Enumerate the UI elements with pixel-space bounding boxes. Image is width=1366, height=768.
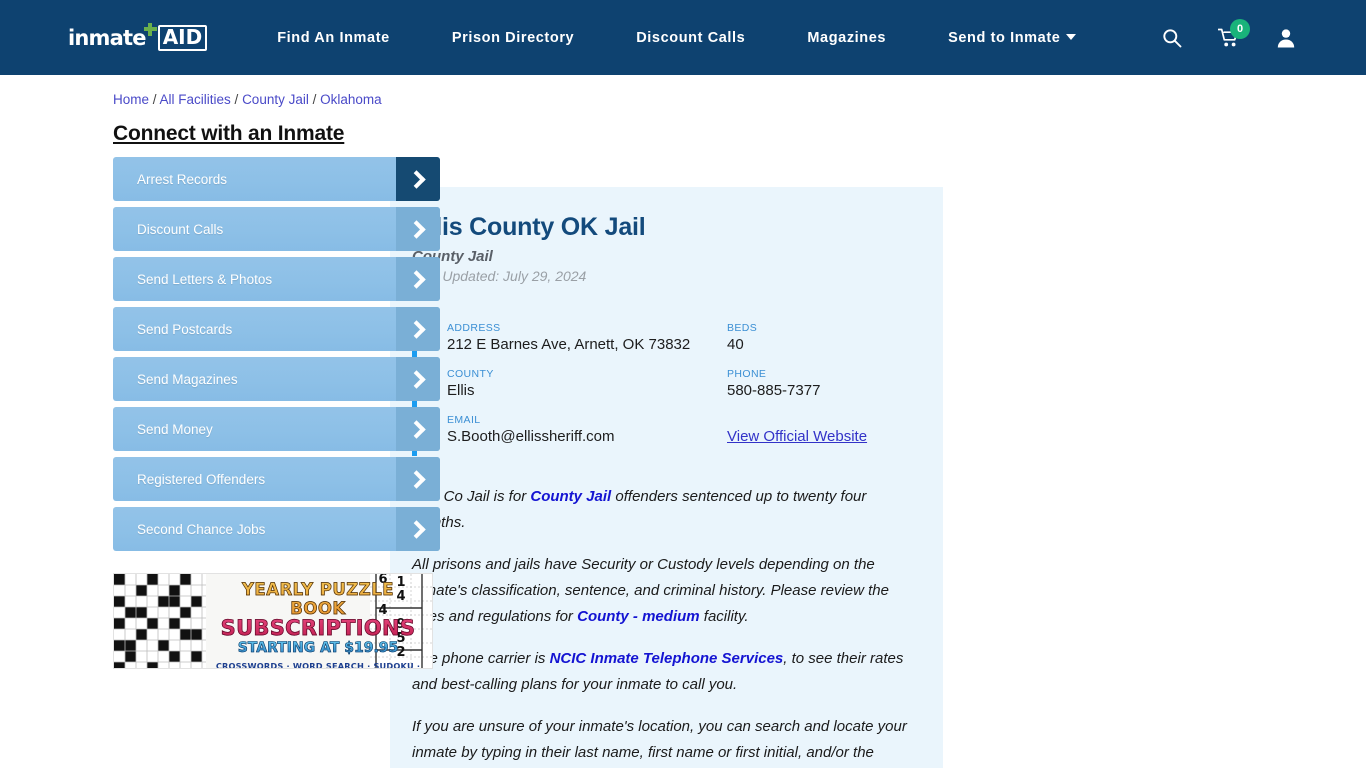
nav-icon-group: 0 — [1162, 18, 1296, 48]
sidebar-item-send-money[interactable]: Send Money — [113, 407, 440, 451]
main-content-column: Ellis County OK Jail County Jail Last Up… — [390, 75, 943, 768]
page-body: Home / All Facilities / County Jail / Ok… — [0, 75, 1366, 768]
primary-nav-links: Find An Inmate Prison Directory Discount… — [277, 24, 1162, 52]
sidebar-item-label: Send Postcards — [137, 321, 233, 337]
left-sidebar: Home / All Facilities / County Jail / Ok… — [0, 75, 440, 768]
description-paragraph-2: All prisons and jails have Security or C… — [412, 552, 917, 630]
field-website: View Official Website — [727, 414, 917, 446]
facility-info-grid: ADDRESS 212 E Barnes Ave, Arnett, OK 738… — [412, 312, 917, 456]
p2-text-b: facility. — [699, 608, 749, 625]
breadcrumb: Home / All Facilities / County Jail / Ok… — [113, 92, 382, 107]
field-label: ADDRESS — [447, 322, 501, 334]
sidebar-item-label: Send Magazines — [137, 371, 238, 387]
page-title: Ellis County OK Jail — [412, 213, 646, 241]
sidebar-item-registered-offenders[interactable]: Registered Offenders — [113, 457, 440, 501]
description-paragraph-1: Ellis Co Jail is for County Jail offende… — [412, 484, 917, 536]
nav-item-prison-directory[interactable]: Prison Directory — [452, 24, 574, 52]
link-county-medium[interactable]: County - medium — [577, 608, 700, 625]
puzzle-book-ad-banner[interactable]: 6 1 4 4 9 5 2 YEARLY PUZZLE BOOK SUBSCRI… — [113, 573, 433, 669]
field-phone: PHONE 580-885-7377 — [727, 368, 917, 400]
field-beds: BEDS 40 — [727, 322, 917, 354]
chevron-right-icon — [396, 307, 440, 351]
ad-price-line: STARTING AT $19.95 — [212, 640, 424, 657]
link-ncic[interactable]: NCIC Inmate Telephone Services — [550, 650, 784, 667]
chevron-right-icon — [396, 357, 440, 401]
nav-item-send-to-inmate-label: Send to Inmate — [948, 29, 1061, 46]
breadcrumb-item-home[interactable]: Home — [113, 92, 149, 107]
last-updated-text: Last Updated: July 29, 2024 — [412, 268, 587, 284]
sidebar-item-label: Send Letters & Photos — [137, 271, 273, 287]
logo-word-aid: AID — [157, 24, 208, 51]
field-value: S.Booth@ellissheriff.com — [447, 428, 615, 445]
ad-headline-2: SUBSCRIPTIONS — [212, 616, 424, 641]
crossword-grid-graphic — [114, 574, 206, 668]
nav-item-magazines[interactable]: Magazines — [807, 24, 886, 52]
facility-description: Ellis Co Jail is for County Jail offende… — [412, 484, 917, 768]
facility-detail-card: Ellis County OK Jail County Jail Last Up… — [390, 187, 943, 768]
chevron-down-icon — [1066, 33, 1077, 40]
sidebar-item-send-letters-photos[interactable]: Send Letters & Photos — [113, 257, 440, 301]
p4-text-a: If you are unsure of your inmate's locat… — [412, 718, 907, 761]
field-value: 580-885-7377 — [727, 382, 821, 399]
description-paragraph-3: The phone carrier is NCIC Inmate Telepho… — [412, 646, 917, 698]
cart-count-badge: 0 — [1230, 18, 1250, 39]
breadcrumb-item-county-jail[interactable]: County Jail — [242, 92, 309, 107]
chevron-right-icon — [396, 457, 440, 501]
field-value: 40 — [727, 336, 744, 353]
top-navigation-bar: inmate AID Find An Inmate Prison Directo… — [0, 0, 1366, 75]
field-county: COUNTY Ellis — [447, 368, 727, 400]
field-address: ADDRESS 212 E Barnes Ave, Arnett, OK 738… — [447, 322, 727, 354]
breadcrumb-item-all-facilities[interactable]: All Facilities — [160, 92, 231, 107]
sidebar-item-discount-calls[interactable]: Discount Calls — [113, 207, 440, 251]
chevron-right-icon — [396, 507, 440, 551]
link-county-jail[interactable]: County Jail — [530, 488, 611, 505]
field-label: COUNTY — [447, 368, 494, 380]
sidebar-item-send-postcards[interactable]: Send Postcards — [113, 307, 440, 351]
ad-categories-line: CROSSWORDS · WORD SEARCH · SUDOKU · BRAI… — [215, 661, 421, 669]
sidebar-button-list: Arrest Records Discount Calls Send Lette… — [113, 157, 440, 551]
chevron-right-icon — [396, 257, 440, 301]
sidebar-heading: Connect with an Inmate — [113, 122, 345, 145]
site-logo[interactable]: inmate AID — [68, 22, 208, 54]
field-label: EMAIL — [447, 414, 481, 426]
sidebar-item-second-chance-jobs[interactable]: Second Chance Jobs — [113, 507, 440, 551]
ad-text-block: YEARLY PUZZLE BOOK SUBSCRIPTIONS STARTIN… — [212, 580, 424, 669]
search-icon[interactable] — [1162, 28, 1182, 48]
field-value: 212 E Barnes Ave, Arnett, OK 73832 — [447, 336, 691, 353]
description-paragraph-4: If you are unsure of your inmate's locat… — [412, 714, 917, 768]
field-email: EMAIL S.Booth@ellissheriff.com — [447, 414, 727, 446]
nav-item-find-an-inmate[interactable]: Find An Inmate — [277, 24, 390, 52]
nav-item-discount-calls[interactable]: Discount Calls — [636, 24, 745, 52]
chevron-right-icon — [396, 157, 440, 201]
field-label: BEDS — [727, 322, 758, 334]
facility-type-subtitle: County Jail — [412, 248, 493, 265]
field-value: Ellis — [447, 382, 475, 399]
view-official-website-link[interactable]: View Official Website — [727, 428, 867, 445]
field-label: PHONE — [727, 368, 767, 380]
cart-icon[interactable]: 0 — [1218, 18, 1250, 48]
ad-headline-1: YEARLY PUZZLE BOOK — [212, 580, 424, 619]
user-icon[interactable] — [1276, 28, 1296, 48]
sidebar-item-send-magazines[interactable]: Send Magazines — [113, 357, 440, 401]
chevron-right-icon — [396, 407, 440, 451]
sidebar-item-label: Send Money — [137, 421, 213, 437]
sidebar-item-arrest-records[interactable]: Arrest Records — [113, 157, 440, 201]
nav-item-send-to-inmate[interactable]: Send to Inmate — [948, 24, 1077, 52]
sidebar-item-label: Second Chance Jobs — [137, 521, 266, 537]
chevron-right-icon — [396, 207, 440, 251]
breadcrumb-item-oklahoma[interactable]: Oklahoma — [320, 92, 382, 107]
sidebar-item-label: Arrest Records — [137, 171, 228, 187]
sidebar-item-label: Registered Offenders — [137, 471, 266, 487]
green-plus-icon — [143, 22, 157, 36]
logo-word-inmate: inmate — [68, 25, 146, 50]
sidebar-item-label: Discount Calls — [137, 221, 224, 237]
